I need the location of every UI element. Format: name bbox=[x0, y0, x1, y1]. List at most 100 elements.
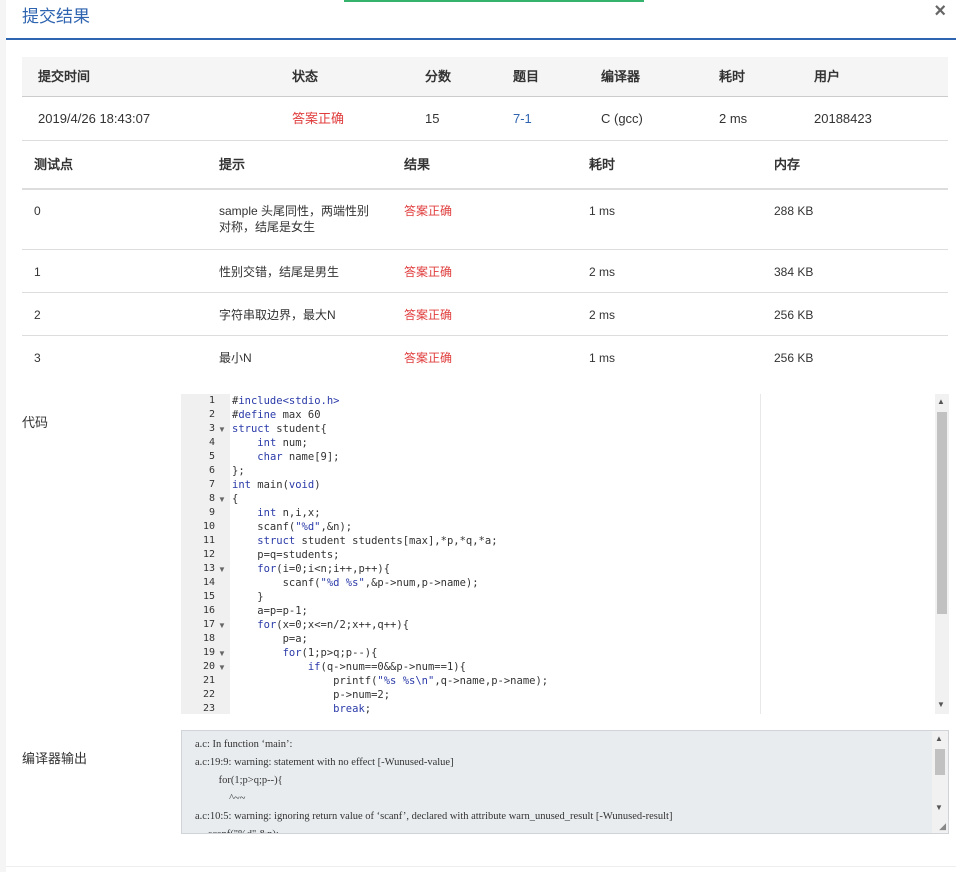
code-line: }; bbox=[232, 465, 245, 477]
header-compiler: 编译器 bbox=[601, 69, 641, 84]
code-line: printf("%s %s\n",q->name,p->name); bbox=[232, 675, 549, 687]
scrollbar-thumb[interactable] bbox=[937, 412, 947, 614]
close-icon[interactable]: × bbox=[934, 0, 946, 23]
testcase-memory: 256 KB bbox=[774, 351, 814, 365]
line-number: 13 bbox=[202, 563, 215, 574]
code-line: scanf("%d",&n); bbox=[232, 521, 353, 533]
line-number: 20 bbox=[202, 661, 215, 672]
fold-arrow-icon[interactable]: ▼ bbox=[218, 663, 226, 672]
code-line: p->num=2; bbox=[232, 689, 391, 701]
testcase-hint: 最小N bbox=[219, 351, 252, 365]
testcase-result: 答案正确 bbox=[404, 351, 453, 365]
compiler-output-box[interactable]: a.c: In function ‘main’: a.c:19:9: warnin… bbox=[181, 730, 949, 834]
problem-link[interactable]: 7-1 bbox=[513, 97, 532, 140]
code-scrollbar[interactable]: ▲ ▼ bbox=[935, 394, 949, 714]
line-number: 19 bbox=[202, 647, 215, 658]
code-line: for(i=0;i<n;i++,p++){ bbox=[257, 563, 391, 575]
header-time: 耗时 bbox=[589, 157, 616, 172]
code-line: for(x=0;x<=n/2;x++,q++){ bbox=[257, 619, 410, 631]
testcase-id: 2 bbox=[34, 308, 41, 322]
table-row: 3 最小N 答案正确 1 ms 256 KB bbox=[22, 336, 948, 378]
line-number: 21 bbox=[202, 675, 215, 686]
header-result: 结果 bbox=[404, 157, 431, 172]
output-line: ^~~ bbox=[195, 793, 246, 804]
output-line: a.c:19:9: warning: statement with no eff… bbox=[195, 757, 454, 768]
line-number: 17 bbox=[202, 619, 215, 630]
fold-arrow-icon[interactable]: ▼ bbox=[218, 621, 226, 630]
code-line: struct student students[max],*p,*q,*a; bbox=[257, 535, 498, 547]
fold-arrow-icon[interactable]: ▼ bbox=[218, 495, 226, 504]
line-number: 23 bbox=[202, 703, 215, 714]
testcase-result: 答案正确 bbox=[404, 204, 453, 218]
output-line: scanf("%d",&n); bbox=[195, 829, 279, 833]
header-testcase: 测试点 bbox=[34, 157, 74, 172]
code-line: struct student{ bbox=[232, 423, 327, 435]
testcase-memory: 384 KB bbox=[774, 265, 814, 279]
header-hint: 提示 bbox=[219, 157, 246, 172]
scroll-up-icon[interactable]: ▲ bbox=[937, 397, 945, 406]
elapsed-time: 2 ms bbox=[719, 111, 748, 126]
testcase-memory: 256 KB bbox=[774, 308, 814, 322]
code-line: p=q=students; bbox=[232, 549, 340, 561]
dialog-footer-divider bbox=[6, 866, 956, 867]
output-scrollbar[interactable]: ▲ ▼ ◢ bbox=[932, 731, 948, 833]
line-number: 5 bbox=[208, 451, 215, 462]
user-id: 20188423 bbox=[814, 111, 872, 126]
testcase-memory: 288 KB bbox=[774, 204, 814, 218]
resize-handle-icon[interactable]: ◢ bbox=[939, 821, 946, 832]
code-label: 代码 bbox=[22, 415, 49, 430]
code-line: { bbox=[232, 493, 239, 505]
testcase-result: 答案正确 bbox=[404, 308, 453, 322]
table-row: 1 性别交错，结尾是男生 答案正确 2 ms 384 KB bbox=[22, 250, 948, 293]
code-line: break; bbox=[333, 703, 372, 714]
code-editor[interactable]: 1 #include<stdio.h> 2 #define max 60 3 ▼ struc… bbox=[181, 394, 949, 714]
code-line: for(1;p>q;p--){ bbox=[282, 647, 378, 659]
scroll-down-icon[interactable]: ▼ bbox=[935, 803, 943, 812]
submission-summary-table: 提交时间 状态 分数 题目 编译器 耗时 用户 2019/4/26 18:43:… bbox=[22, 57, 948, 141]
code-line: #define max 60 bbox=[232, 409, 321, 421]
testcase-time: 1 ms bbox=[589, 351, 616, 365]
code-line: int main(void) bbox=[232, 479, 321, 491]
code-line: } bbox=[232, 591, 264, 603]
fold-arrow-icon[interactable]: ▼ bbox=[218, 425, 226, 434]
line-number: 1 bbox=[208, 395, 215, 406]
header-user: 用户 bbox=[814, 69, 841, 84]
line-number: 22 bbox=[202, 689, 215, 700]
scroll-down-icon[interactable]: ▼ bbox=[937, 700, 945, 709]
scroll-up-icon[interactable]: ▲ bbox=[935, 734, 943, 743]
testcase-id: 3 bbox=[34, 351, 41, 365]
header-problem: 题目 bbox=[513, 69, 540, 84]
output-line: a.c:10:5: warning: ignoring return value… bbox=[195, 811, 673, 822]
output-line: for(1;p>q;p--){ bbox=[195, 775, 283, 786]
code-line: #include<stdio.h> bbox=[232, 395, 340, 407]
header-elapsed: 耗时 bbox=[719, 69, 746, 84]
line-number: 16 bbox=[202, 605, 215, 616]
compiler-output-label: 编译器输出 bbox=[22, 751, 88, 766]
header-memory: 内存 bbox=[774, 157, 801, 172]
submit-time: 2019/4/26 18:43:07 bbox=[38, 111, 151, 126]
fold-arrow-icon[interactable]: ▼ bbox=[218, 649, 226, 658]
testcase-result: 答案正确 bbox=[404, 265, 453, 279]
scrollbar-thumb[interactable] bbox=[935, 749, 945, 775]
testcase-hint: 性别交错，结尾是男生 bbox=[219, 265, 340, 279]
table-row: 2 字符串取边界，最大N 答案正确 2 ms 256 KB bbox=[22, 293, 948, 336]
testcase-hint: 字符串取边界，最大N bbox=[219, 308, 336, 322]
compiler: C (gcc) bbox=[601, 111, 643, 126]
code-line: int num; bbox=[257, 437, 308, 449]
status-badge: 答案正确 bbox=[292, 111, 345, 126]
testcase-id: 0 bbox=[34, 204, 41, 218]
testcase-header-row: 测试点 提示 结果 耗时 内存 bbox=[22, 142, 948, 190]
code-line: p=a; bbox=[232, 633, 308, 645]
line-number: 10 bbox=[202, 521, 215, 532]
line-number: 9 bbox=[208, 507, 215, 518]
hint-line: 对称，结尾是女生 bbox=[219, 220, 316, 234]
testcase-time: 2 ms bbox=[589, 308, 616, 322]
testcase-time: 1 ms bbox=[589, 204, 616, 218]
print-margin bbox=[760, 394, 761, 714]
submission-result-dialog: 提交结果 × 提交时间 状态 分数 题目 编译器 耗时 用户 2019/4/26… bbox=[6, 0, 956, 872]
summary-header-row: 提交时间 状态 分数 题目 编译器 耗时 用户 bbox=[22, 57, 948, 97]
score: 15 bbox=[425, 111, 440, 126]
line-number: 14 bbox=[202, 577, 215, 588]
fold-arrow-icon[interactable]: ▼ bbox=[218, 565, 226, 574]
line-number: 18 bbox=[202, 633, 215, 644]
